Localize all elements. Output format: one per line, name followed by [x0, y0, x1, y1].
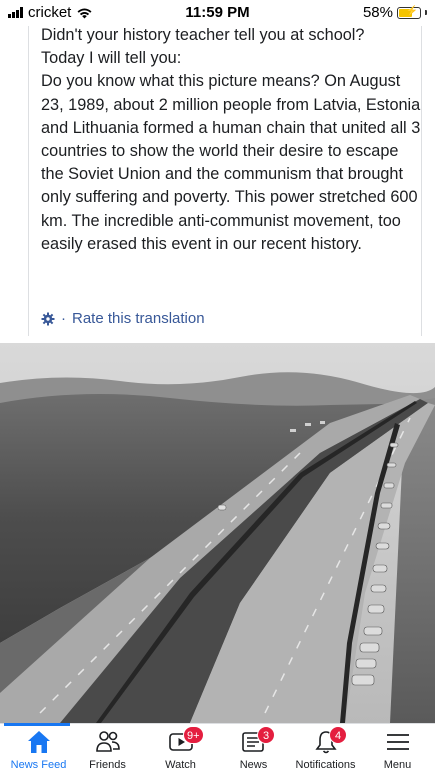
photo-icon: [0, 343, 435, 723]
post-photo[interactable]: [0, 343, 435, 723]
notifications-badge: 4: [329, 726, 347, 744]
battery-icon: ⚡: [397, 6, 421, 19]
separator-dot: ·: [61, 310, 66, 327]
bottom-nav: News Feed Friends 9+ Watch 3 News 4 Noti…: [0, 723, 435, 774]
status-bar: cricket 11:59 PM 58% ⚡: [0, 0, 435, 26]
home-icon: [27, 731, 50, 753]
rate-translation-link[interactable]: Rate this translation: [72, 310, 205, 327]
nav-item-menu[interactable]: Menu: [354, 724, 435, 774]
battery-percent: 58%: [362, 4, 393, 21]
gear-icon[interactable]: [41, 312, 55, 326]
post-text: Didn't your history teacher tell you at …: [41, 26, 421, 253]
menu-icon: [386, 734, 409, 750]
news-badge: 3: [257, 726, 275, 744]
watch-badge: 9+: [183, 726, 204, 744]
translation-row: · Rate this translation: [41, 310, 205, 327]
nav-label: Menu: [383, 759, 412, 771]
status-right: 58% ⚡: [363, 4, 427, 21]
friends-icon: [95, 731, 120, 752]
post-border-right: [421, 26, 422, 336]
post-border-left: [28, 26, 29, 336]
